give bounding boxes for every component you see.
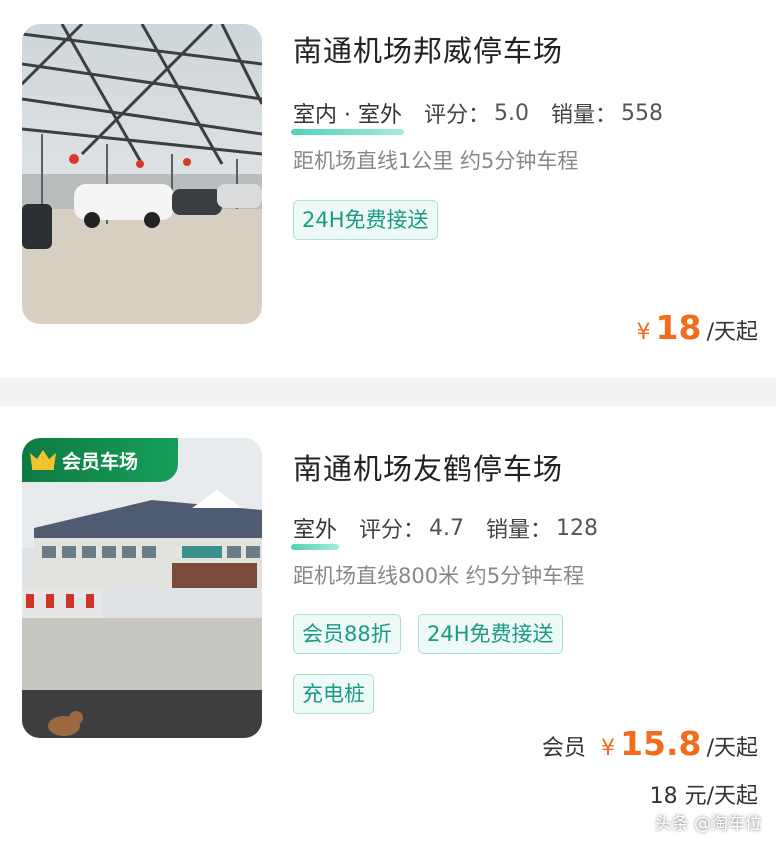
original-price-block: 18 元/天起 [650, 778, 758, 810]
watermark: 头条 @淘车位 [654, 814, 762, 834]
environment-label: 室内 · 室外 [291, 97, 404, 135]
rating-label: 评分： [423, 103, 490, 128]
member-price-label: 会员 [541, 736, 586, 761]
distance-info: 距机场直线1公里 约5分钟车程 [293, 149, 579, 173]
member-badge: 会员车场 [22, 438, 178, 482]
sales-label: 销量： [486, 518, 553, 543]
member-price-value: 15.8 [620, 724, 702, 763]
tag-member-discount: 会员88折 [293, 614, 401, 654]
parking-photo-outdoor[interactable]: 会员车场 [22, 438, 262, 738]
sales-label: 销量： [551, 103, 618, 128]
tag-free-shuttle: 24H免费接送 [418, 614, 563, 654]
rating-value: 4.7 [429, 515, 465, 541]
parking-card-bangwei[interactable]: 南通机场邦威停车场 室内 · 室外 评分： 5.0 销量： 558 距机场直线1… [0, 0, 776, 378]
price-unit: /天起 [706, 736, 758, 761]
member-price-block: 会员 ¥ 15.8 /天起 [542, 724, 758, 763]
tag-charging-pile: 充电桩 [293, 674, 374, 714]
parking-photo-indoor[interactable] [22, 24, 262, 324]
price-unit: /天起 [706, 320, 758, 345]
sales-value: 558 [621, 100, 664, 126]
parking-name: 南通机场邦威停车场 [293, 34, 564, 68]
parking-lot-image [22, 438, 262, 738]
distance-info: 距机场直线800米 约5分钟车程 [293, 564, 585, 588]
parking-card-youhe[interactable]: 会员车场 南通机场友鹤停车场 室外 评分： 4.7 销量： 128 距机场直线8… [0, 406, 776, 848]
tag-free-shuttle: 24H免费接送 [293, 200, 438, 240]
original-price-unit: /天起 [706, 784, 758, 809]
parking-meta: 室内 · 室外 评分： 5.0 销量： 558 [291, 97, 664, 135]
currency-symbol: ¥ [636, 320, 651, 345]
environment-label: 室外 [291, 512, 340, 550]
member-badge-label: 会员车场 [62, 450, 139, 473]
parking-lot-image [22, 24, 262, 324]
currency-symbol: ¥ [600, 736, 615, 761]
parking-name: 南通机场友鹤停车场 [293, 452, 564, 486]
rating-label: 评分： [359, 518, 426, 543]
price-value: 18 [655, 308, 702, 347]
crown-icon [30, 450, 56, 470]
rating-value: 5.0 [494, 100, 529, 126]
original-price-value: 18 元 [649, 784, 707, 809]
parking-meta: 室外 评分： 4.7 销量： 128 [291, 512, 599, 550]
price-block: ¥ 18 /天起 [636, 308, 758, 347]
sales-value: 128 [556, 515, 599, 541]
